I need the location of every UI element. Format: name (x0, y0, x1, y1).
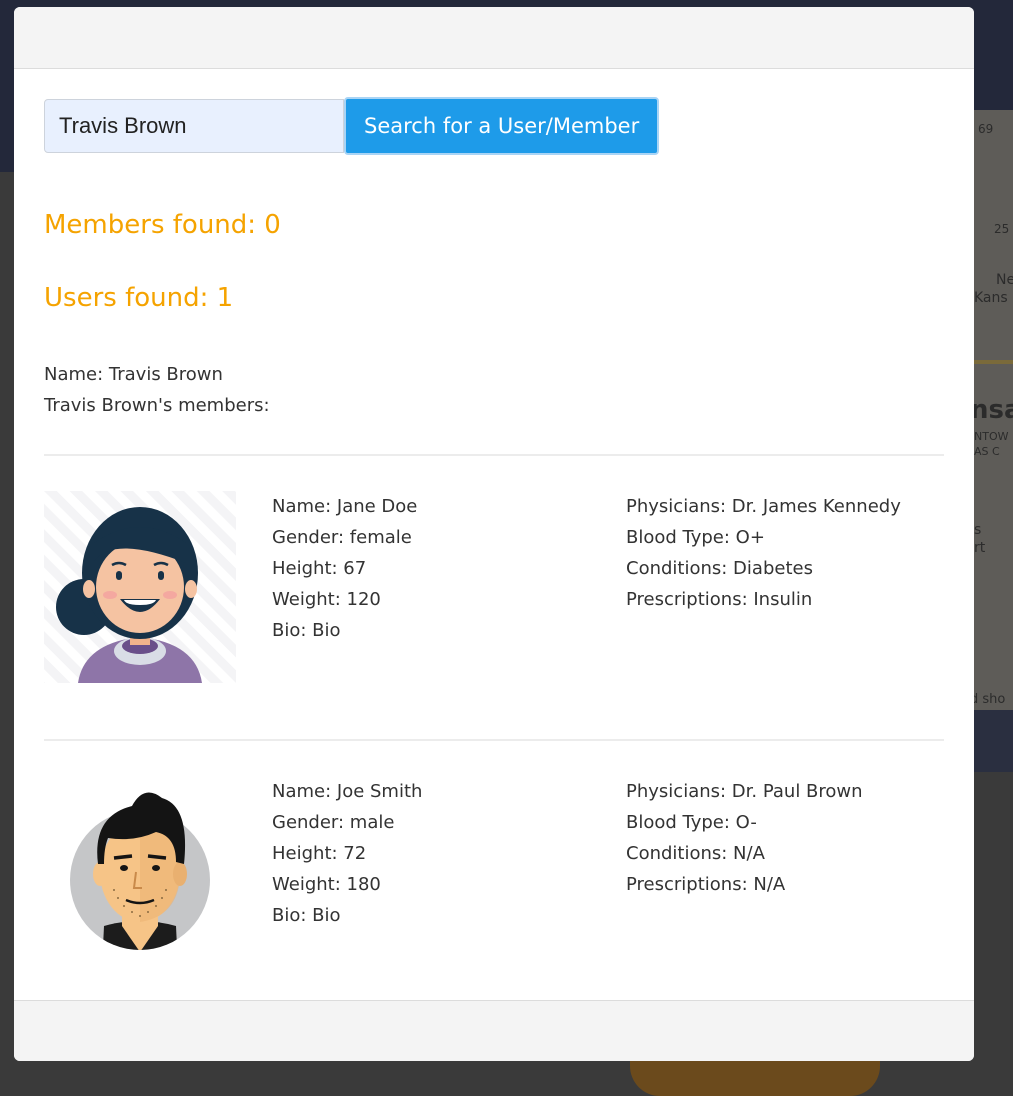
members-found-count: Members found: 0 (44, 210, 281, 240)
map-label: nsa (970, 395, 1013, 425)
member-card: Name: Jane Doe Gender: female Height: 67… (44, 491, 944, 691)
search-modal: Search for a User/Member Members found: … (14, 7, 974, 1061)
search-bar: Search for a User/Member (44, 97, 660, 155)
member-height: Height: 72 (272, 843, 367, 864)
modal-header (14, 7, 974, 69)
member-weight: Weight: 180 (272, 874, 381, 895)
map-label: rt (974, 540, 986, 556)
female-avatar-icon (44, 491, 236, 683)
modal-footer (14, 1000, 974, 1061)
search-button[interactable]: Search for a User/Member (344, 97, 660, 155)
member-name: Name: Joe Smith (272, 781, 423, 802)
users-found-count: Users found: 1 (44, 283, 234, 313)
search-input[interactable] (44, 99, 344, 153)
map-label: NTOW (974, 430, 1009, 443)
member-weight: Weight: 120 (272, 589, 381, 610)
member-prescriptions: Prescriptions: Insulin (626, 589, 813, 610)
map-label: AS C (974, 445, 1000, 458)
member-physicians: Physicians: Dr. James Kennedy (626, 496, 901, 517)
user-members-heading: Travis Brown's members: (44, 395, 270, 416)
map-label: s (974, 522, 982, 538)
user-name: Name: Travis Brown (44, 364, 223, 385)
map-label: 69 (978, 122, 994, 136)
member-blood-type: Blood Type: O- (626, 812, 757, 833)
member-details-left: Name: Jane Doe Gender: female Height: 67… (272, 491, 417, 646)
divider (44, 454, 944, 456)
member-name: Name: Jane Doe (272, 496, 418, 517)
member-details-right: Physicians: Dr. James Kennedy Blood Type… (626, 491, 901, 615)
male-avatar-icon (44, 776, 236, 968)
member-physicians: Physicians: Dr. Paul Brown (626, 781, 863, 802)
member-bio: Bio: Bio (272, 620, 341, 641)
member-blood-type: Blood Type: O+ (626, 527, 765, 548)
member-prescriptions: Prescriptions: N/A (626, 874, 786, 895)
member-bio: Bio: Bio (272, 905, 341, 926)
member-conditions: Conditions: Diabetes (626, 558, 813, 579)
member-conditions: Conditions: N/A (626, 843, 765, 864)
map-label: Ne (996, 272, 1013, 288)
member-card: Name: Joe Smith Gender: male Height: 72 … (44, 776, 944, 976)
member-details-right: Physicians: Dr. Paul Brown Blood Type: O… (626, 776, 863, 900)
user-info: Name: Travis Brown Travis Brown's member… (44, 359, 270, 421)
map-label: d sho (970, 692, 1006, 707)
member-gender: Gender: male (272, 812, 395, 833)
map-label: 25 (994, 222, 1010, 236)
map-label: Kans (974, 290, 1008, 306)
divider (44, 739, 944, 741)
member-details-left: Name: Joe Smith Gender: male Height: 72 … (272, 776, 422, 931)
member-height: Height: 67 (272, 558, 367, 579)
member-gender: Gender: female (272, 527, 412, 548)
background-shape (630, 1060, 880, 1096)
